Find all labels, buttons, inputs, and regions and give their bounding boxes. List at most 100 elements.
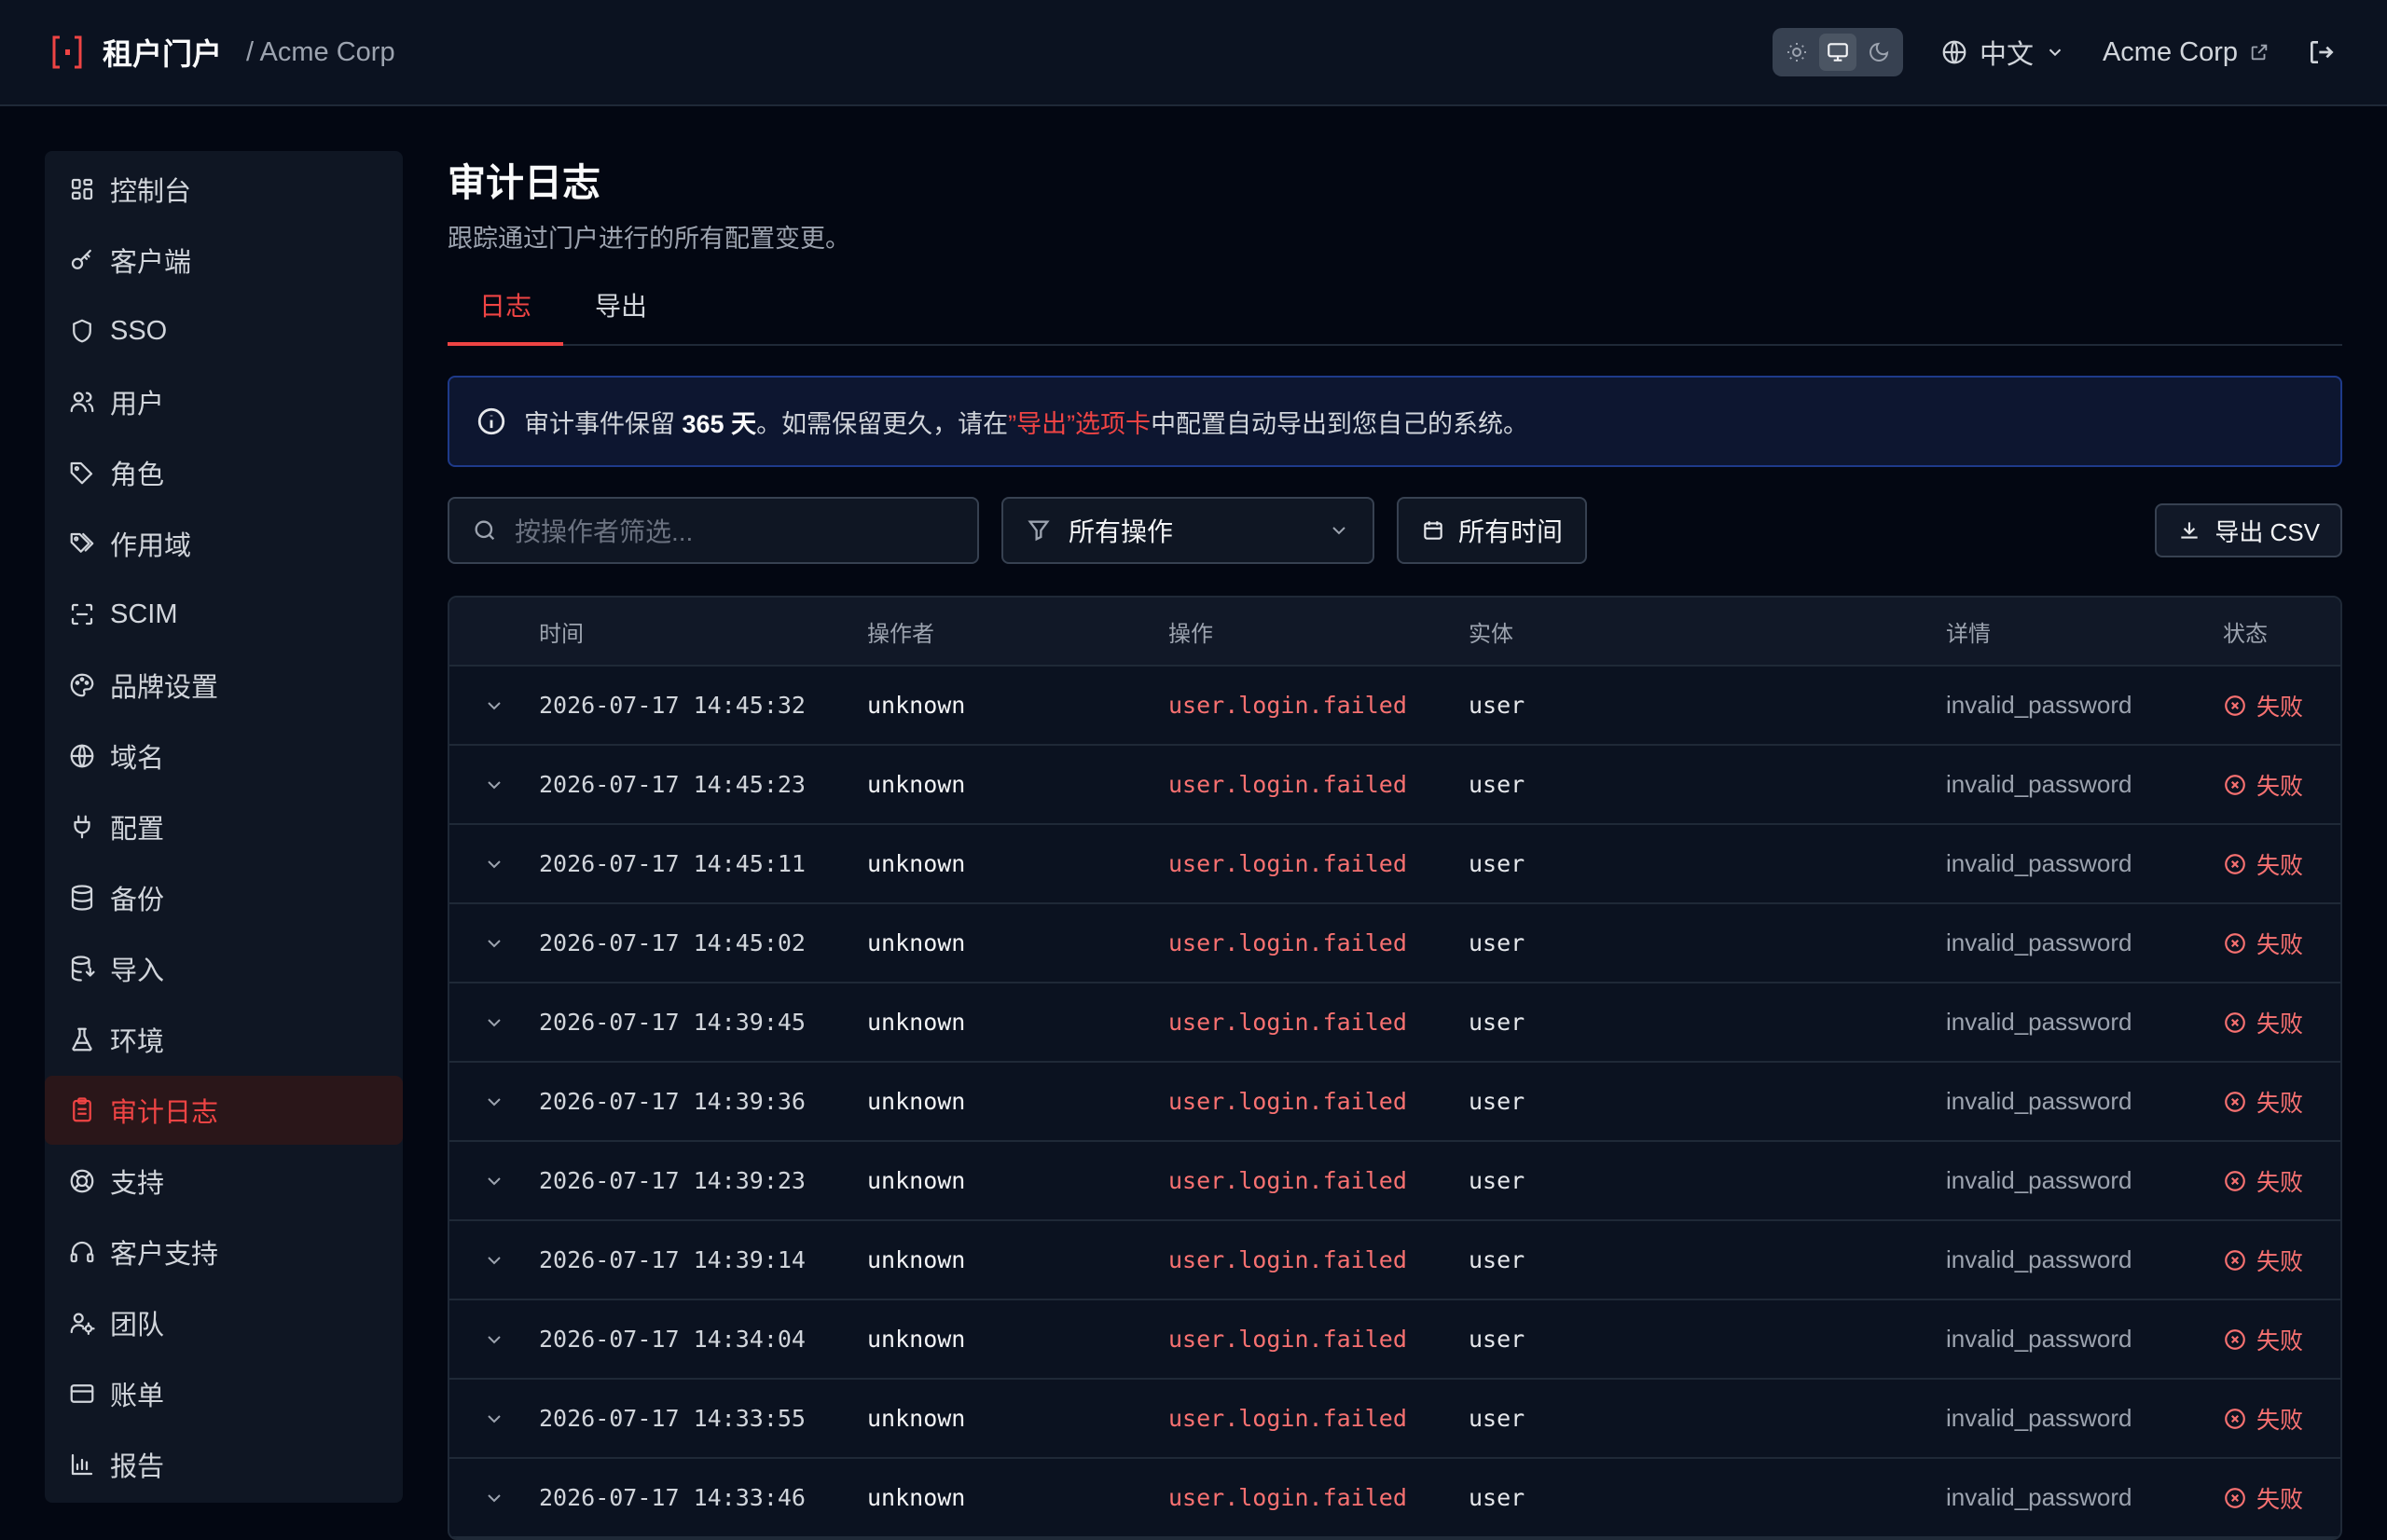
expand-row-button[interactable]: [449, 1249, 539, 1272]
expand-row-button[interactable]: [449, 853, 539, 875]
sidebar-item-credit-card[interactable]: 账单: [45, 1359, 403, 1428]
table-row[interactable]: 2026-07-17 14:34:04 unknown user.login.fai…: [449, 1300, 2340, 1380]
column-header-detail[interactable]: 详情: [1946, 615, 2223, 648]
sidebar-item-label: 域名: [110, 744, 165, 774]
cell-time: 2026-07-17 14:45:32: [539, 692, 806, 719]
sidebar-item-database-import[interactable]: 导入: [45, 934, 403, 1003]
table-row[interactable]: 2026-07-17 14:33:55 unknown user.login.fai…: [449, 1380, 2340, 1459]
sidebar-item-label: 控制台: [110, 177, 192, 207]
plug-icon: [67, 812, 97, 842]
status-label: 失败: [2256, 1407, 2304, 1434]
expand-row-button[interactable]: [449, 1328, 539, 1351]
cell-time: 2026-07-17 14:33:46: [539, 1484, 806, 1511]
sidebar-item-headset[interactable]: 客户支持: [45, 1217, 403, 1286]
expand-row-button[interactable]: [449, 1408, 539, 1430]
light-theme-button[interactable]: [1778, 34, 1815, 71]
status-label: 失败: [2256, 1248, 2304, 1275]
expand-row-button[interactable]: [449, 1091, 539, 1113]
expand-row-button[interactable]: [449, 1487, 539, 1509]
status-label: 失败: [2256, 1011, 2304, 1038]
column-header-entity[interactable]: 实体: [1469, 615, 1946, 648]
sidebar-item-label: 配置: [110, 815, 165, 845]
tab-export[interactable]: 导出: [563, 286, 679, 346]
cell-time: 2026-07-17 14:45:23: [539, 771, 806, 798]
action-filter-select[interactable]: 所有操作: [1001, 497, 1374, 564]
expand-row-button[interactable]: [449, 1011, 539, 1034]
cell-actor: unknown: [867, 692, 966, 719]
dark-theme-button[interactable]: [1860, 34, 1897, 71]
chevron-down-icon: [2049, 48, 2062, 57]
retention-days: 365 天: [682, 409, 757, 438]
table-row[interactable]: 2026-07-17 14:45:32 unknown user.login.fai…: [449, 667, 2340, 746]
cell-detail: invalid_password: [1946, 1008, 2132, 1036]
filter-toolbar: 按操作者筛选... 所有操作 所有时间 导出 CSV: [448, 497, 2342, 564]
brand[interactable]: 租户门户 / Acme Corp: [50, 31, 395, 74]
cell-entity: user: [1469, 1088, 1525, 1115]
column-header-time[interactable]: 时间: [539, 615, 867, 648]
table-row[interactable]: 2026-07-17 14:39:14 unknown user.login.fai…: [449, 1221, 2340, 1300]
language-selector[interactable]: 中文: [1940, 33, 2065, 72]
sidebar-item-label: 支持: [110, 1169, 165, 1199]
cell-entity: user: [1469, 771, 1525, 798]
logout-button[interactable]: [2307, 37, 2337, 67]
sidebar-item-label: 环境: [110, 1027, 165, 1057]
sidebar-item-tags[interactable]: 作用域: [45, 509, 403, 578]
tenant-link[interactable]: Acme Corp: [2103, 37, 2270, 68]
sidebar-item-lifebuoy[interactable]: 支持: [45, 1147, 403, 1216]
credit-card-icon: [67, 1379, 97, 1409]
export-tab-link[interactable]: ”导出”选项卡: [1008, 410, 1151, 438]
table-row[interactable]: 2026-07-17 14:39:45 unknown user.login.fai…: [449, 983, 2340, 1063]
sidebar-item-clipboard[interactable]: 审计日志: [45, 1076, 403, 1145]
sidebar-item-users[interactable]: 用户: [45, 367, 403, 436]
sidebar-item-flask[interactable]: 环境: [45, 1005, 403, 1074]
actor-search-input[interactable]: 按操作者筛选...: [448, 497, 979, 564]
status-badge: 失败: [2223, 1481, 2335, 1515]
sidebar-item-tag[interactable]: 角色: [45, 438, 403, 507]
expand-row-button[interactable]: [449, 694, 539, 717]
sidebar-item-label: SCIM: [110, 598, 178, 629]
sidebar-item-plug[interactable]: 配置: [45, 792, 403, 861]
cell-detail: invalid_password: [1946, 770, 2132, 798]
table-header: 时间 操作者 操作 实体 详情 状态: [449, 598, 2340, 667]
filter-icon: [1028, 520, 1050, 542]
expand-row-button[interactable]: [449, 1170, 539, 1192]
table-row[interactable]: 2026-07-17 14:45:02 unknown user.login.fai…: [449, 904, 2340, 983]
sidebar-item-team[interactable]: 团队: [45, 1288, 403, 1357]
table-row[interactable]: 2026-07-17 14:45:11 unknown user.login.fai…: [449, 825, 2340, 904]
sidebar-item-dashboard[interactable]: 控制台: [45, 155, 403, 224]
x-circle-icon: [2225, 1170, 2245, 1191]
retention-info-banner: 审计事件保留 365 天。如需保留更久，请在”导出”选项卡中配置自动导出到您自己…: [448, 376, 2342, 467]
time-filter-button[interactable]: 所有时间: [1397, 497, 1588, 564]
sidebar-item-palette[interactable]: 品牌设置: [45, 651, 403, 720]
table-row[interactable]: 2026-07-17 14:39:23 unknown user.login.fai…: [449, 1142, 2340, 1221]
expand-row-button[interactable]: [449, 932, 539, 955]
column-header-status[interactable]: 状态: [2223, 615, 2335, 648]
info-prefix: 审计事件保留: [524, 409, 683, 438]
tab-logs[interactable]: 日志: [448, 286, 564, 346]
sidebar-item-globe[interactable]: 域名: [45, 722, 403, 791]
cell-detail: invalid_password: [1946, 1325, 2132, 1353]
column-header-actor[interactable]: 操作者: [867, 615, 1168, 648]
table-row[interactable]: 2026-07-17 14:39:36 unknown user.login.fai…: [449, 1063, 2340, 1142]
system-theme-button[interactable]: [1818, 34, 1856, 71]
flask-icon: [67, 1024, 97, 1054]
page-description: 跟踪通过门户进行的所有配置变更。: [448, 225, 850, 253]
table-row[interactable]: 2026-07-17 14:45:23 unknown user.login.fai…: [449, 746, 2340, 825]
cell-detail: invalid_password: [1946, 1483, 2132, 1511]
status-label: 失败: [2256, 773, 2304, 800]
export-csv-button[interactable]: 导出 CSV: [2155, 503, 2342, 557]
sidebar-item-key[interactable]: 客户端: [45, 226, 403, 295]
cell-action: user.login.failed: [1168, 1167, 1407, 1194]
table-row[interactable]: 2026-07-17 14:33:46 unknown user.login.fai…: [449, 1459, 2340, 1538]
x-circle-icon: [2225, 1328, 2245, 1350]
sidebar-item-bar-chart[interactable]: 报告: [45, 1430, 403, 1499]
sidebar-item-database[interactable]: 备份: [45, 863, 403, 932]
column-header-action[interactable]: 操作: [1168, 615, 1469, 648]
sidebar-item-scan[interactable]: SCIM: [45, 580, 403, 649]
expand-row-button[interactable]: [449, 774, 539, 796]
team-icon: [67, 1308, 97, 1338]
sidebar-item-shield[interactable]: SSO: [45, 296, 403, 365]
chevron-down-icon: [488, 859, 501, 868]
cell-detail: invalid_password: [1946, 1404, 2132, 1432]
globe-icon: [67, 741, 97, 771]
